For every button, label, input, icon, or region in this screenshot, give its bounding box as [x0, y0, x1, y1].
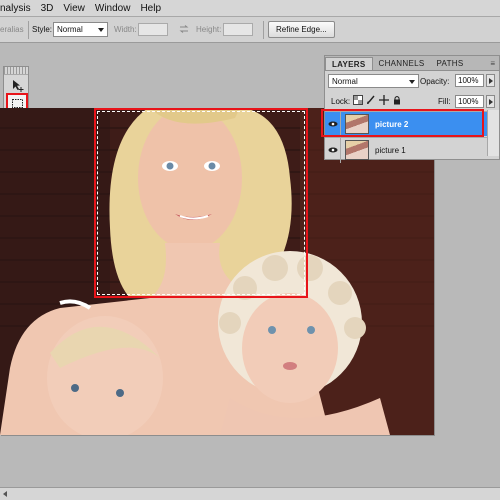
lock-position-icon[interactable]: [379, 95, 389, 105]
divider: [28, 21, 29, 39]
move-tool[interactable]: [8, 77, 26, 93]
menu-view[interactable]: View: [58, 3, 90, 14]
lock-transparency-icon[interactable]: [353, 95, 363, 105]
style-select-value: Normal: [57, 25, 83, 34]
width-label: Width:: [114, 25, 137, 34]
divider: [263, 21, 264, 39]
style-select[interactable]: Normal: [53, 22, 108, 37]
eye-icon[interactable]: [325, 137, 341, 163]
photoshop-window: nalysis 3D View Window Help eralias Styl…: [0, 0, 500, 500]
menu-bar: nalysis 3D View Window Help: [0, 0, 500, 17]
width-field[interactable]: [138, 23, 168, 36]
tab-layers[interactable]: LAYERS: [325, 57, 373, 70]
marquee-selection-highlight: [94, 108, 308, 298]
chevron-down-icon: [98, 28, 104, 32]
marching-ants-selection[interactable]: [97, 111, 305, 295]
lock-label: Lock:: [331, 97, 351, 106]
tab-channels[interactable]: CHANNELS: [373, 57, 431, 70]
height-label: Height:: [196, 25, 222, 34]
menu-analysis[interactable]: nalysis: [0, 3, 36, 14]
anti-alias-label: eralias: [0, 25, 24, 34]
height-field[interactable]: [223, 23, 253, 36]
blend-mode-select[interactable]: Normal: [328, 74, 419, 88]
blend-mode-value: Normal: [332, 77, 358, 86]
scroll-left-icon[interactable]: [3, 491, 7, 497]
menu-3d[interactable]: 3D: [36, 3, 59, 14]
layers-scrollbar[interactable]: [487, 110, 499, 156]
refine-edge-button[interactable]: Refine Edge...: [268, 21, 335, 38]
layers-panel: LAYERS CHANNELS PATHS ≡ Normal Opacity: …: [324, 55, 500, 163]
opacity-slider-arrow-icon[interactable]: [486, 74, 495, 87]
panel-menu-icon[interactable]: ≡: [490, 59, 495, 68]
menu-help[interactable]: Help: [135, 3, 166, 14]
lock-pixels-icon[interactable]: [366, 95, 376, 105]
status-bar: [0, 487, 500, 500]
opacity-field[interactable]: 100%: [455, 74, 484, 87]
tool-options-bar: eralias Style: Normal Width: Height: Ref…: [0, 17, 500, 43]
move-tool-icon: [12, 79, 23, 92]
fill-slider-arrow-icon[interactable]: [486, 95, 495, 108]
fill-field[interactable]: 100%: [455, 95, 484, 108]
lock-icons: [353, 95, 402, 105]
layer-name: picture 1: [375, 145, 406, 155]
lock-all-icon[interactable]: [392, 95, 402, 105]
menu-window[interactable]: Window: [90, 3, 136, 14]
layers-panel-tabs: LAYERS CHANNELS PATHS: [325, 56, 499, 71]
panel-grip[interactable]: [4, 67, 28, 75]
fill-label: Fill:: [438, 97, 451, 106]
tab-paths[interactable]: PATHS: [430, 57, 469, 70]
chevron-down-icon: [409, 80, 415, 84]
swap-dimensions-icon[interactable]: [179, 25, 189, 33]
selected-layer-highlight: [321, 109, 484, 137]
opacity-label: Opacity:: [420, 77, 450, 86]
layer-thumbnail: [345, 140, 369, 160]
style-label: Style:: [32, 25, 53, 34]
layer-row-picture-1[interactable]: picture 1: [325, 137, 487, 163]
